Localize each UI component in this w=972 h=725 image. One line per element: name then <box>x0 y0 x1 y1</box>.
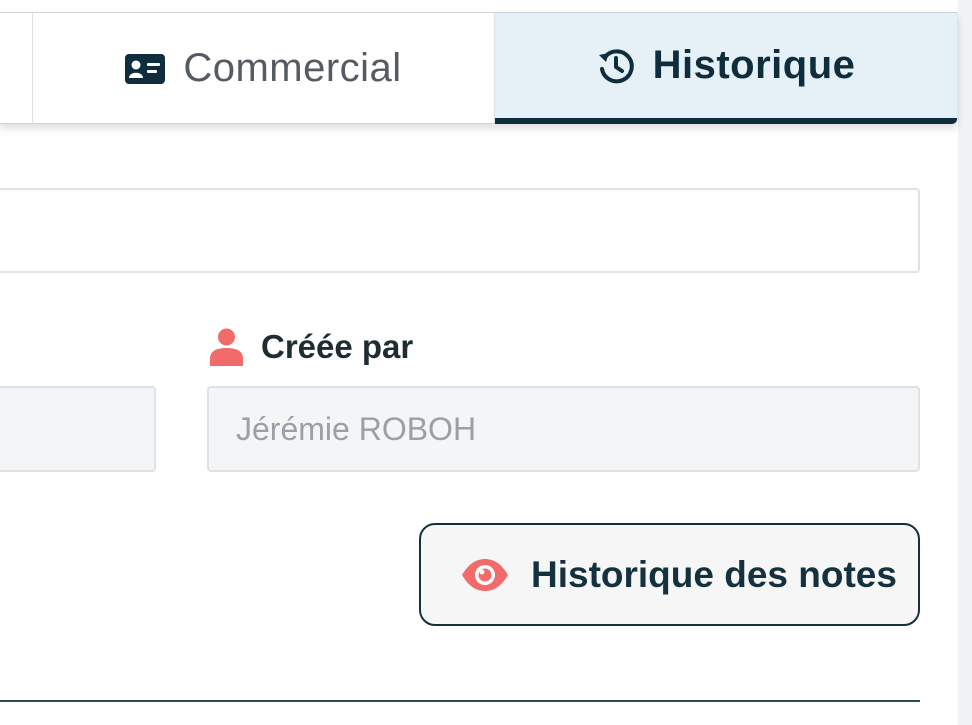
user-icon <box>210 328 243 366</box>
page: Commercial Historique Créée par Jérémie … <box>0 0 972 725</box>
page-edge <box>958 0 972 725</box>
tab-historique-label: Historique <box>652 43 856 87</box>
section-divider <box>0 700 920 702</box>
eye-icon <box>461 558 509 592</box>
tab-bar: Commercial Historique <box>0 12 958 124</box>
created-by-text: Créée par <box>261 328 414 365</box>
notes-history-label: Historique des notes <box>531 553 897 595</box>
created-by-label: Créée par <box>210 328 413 366</box>
history-icon <box>597 47 635 85</box>
text-field[interactable] <box>0 188 920 273</box>
tab-historique[interactable]: Historique <box>495 13 957 124</box>
tab-commercial-label: Commercial <box>183 46 402 90</box>
id-card-icon <box>125 53 166 84</box>
created-by-input[interactable] <box>207 386 920 472</box>
tab-commercial[interactable]: Commercial <box>32 13 495 124</box>
readonly-field[interactable] <box>0 386 156 472</box>
notes-history-button[interactable]: Historique des notes <box>419 523 920 626</box>
